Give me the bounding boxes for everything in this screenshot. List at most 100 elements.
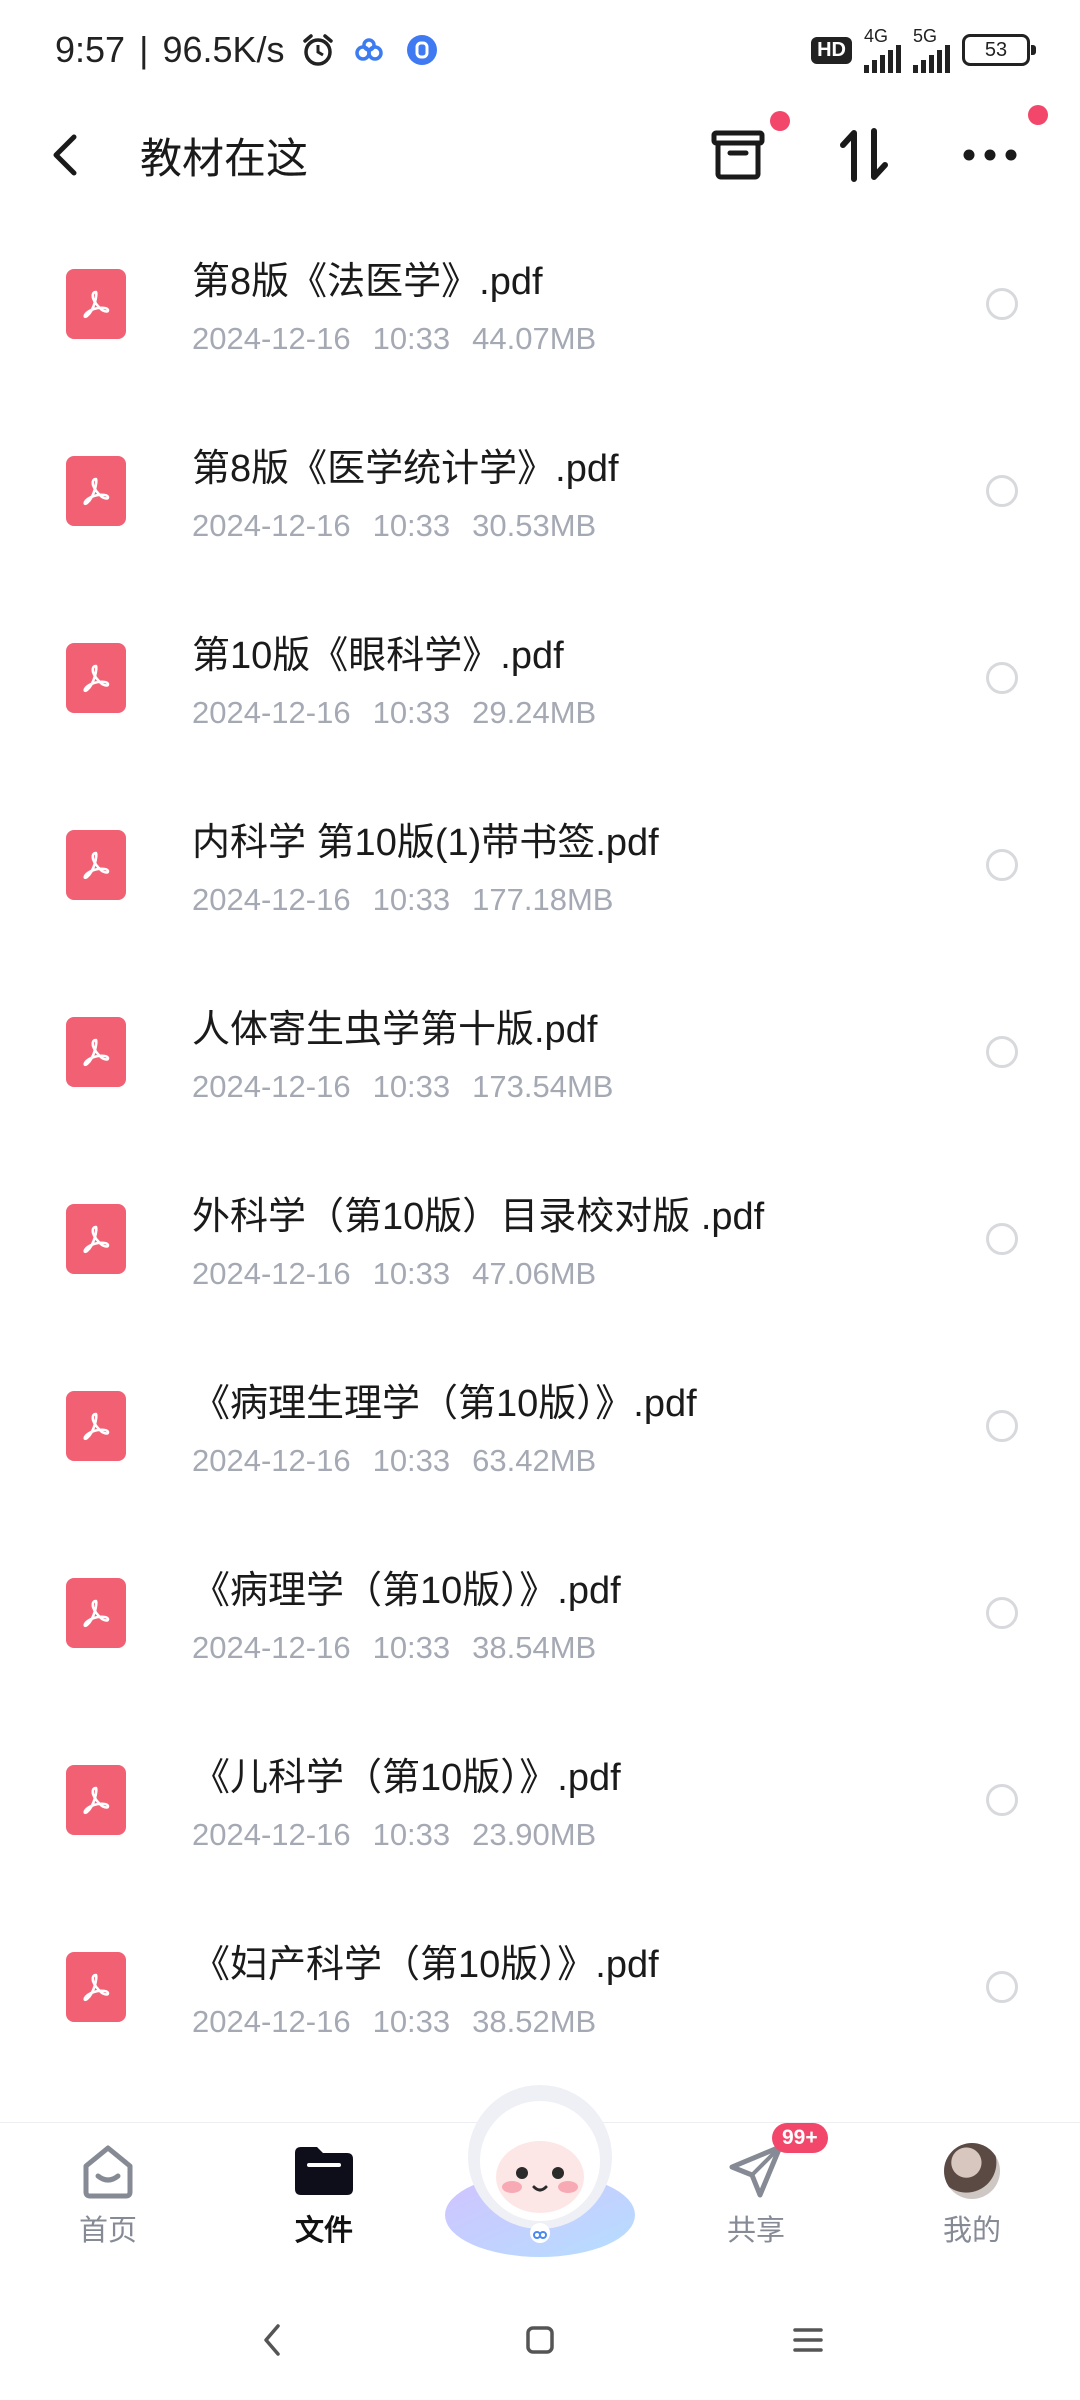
- mascot-icon: [445, 2085, 635, 2257]
- select-radio[interactable]: [986, 1596, 1018, 1629]
- nav-files[interactable]: 文件: [216, 2123, 432, 2249]
- file-size: 47.06MB: [472, 1256, 597, 1291]
- page-title: 教材在这: [140, 134, 309, 182]
- file-name: 第8版《法医学》.pdf: [192, 261, 543, 303]
- file-name: 《妇产科学（第10版）》.pdf: [192, 1944, 659, 1986]
- nav-home[interactable]: 首页: [0, 2123, 216, 2249]
- more-dots-icon: [963, 149, 1017, 161]
- pdf-file-icon: [66, 829, 126, 900]
- nav-files-label: 文件: [294, 2215, 353, 2247]
- file-meta: 2024-12-16 10:33 44.07MB: [192, 321, 1080, 357]
- nav-mine-label: 我的: [942, 2215, 1001, 2247]
- chevron-left-icon: [53, 134, 77, 176]
- file-meta: 2024-12-16 10:33 23.90MB: [192, 1817, 1080, 1853]
- file-row[interactable]: 《病理学（第10版）》.pdf 2024-12-16 10:33 38.54MB: [0, 1519, 1080, 1706]
- file-time: 10:33: [372, 2004, 451, 2039]
- file-size: 23.90MB: [472, 1817, 597, 1852]
- file-meta: 2024-12-16 10:33 38.52MB: [192, 2004, 1080, 2040]
- file-date: 2024-12-16: [192, 1443, 351, 1478]
- system-back-button[interactable]: [248, 2316, 296, 2364]
- file-row[interactable]: 第8版《医学统计学》.pdf 2024-12-16 10:33 30.53MB: [0, 397, 1080, 584]
- signal-bars-icon: [913, 45, 950, 73]
- net-type-4g: 4G: [864, 26, 889, 46]
- home-icon: [76, 2139, 140, 2203]
- file-meta: 2024-12-16 10:33 173.54MB: [192, 1069, 1080, 1105]
- folder-icon: [292, 2139, 356, 2203]
- signal-bars-icon: [864, 45, 901, 73]
- system-home-button[interactable]: [516, 2316, 564, 2364]
- pdf-file-icon: [66, 1390, 126, 1461]
- more-button[interactable]: [960, 105, 1048, 185]
- pdf-file-icon: [66, 268, 126, 339]
- file-row[interactable]: 内科学 第10版(1)带书签.pdf 2024-12-16 10:33 177.18M…: [0, 771, 1080, 958]
- file-name: 《儿科学（第10版）》.pdf: [192, 1757, 621, 1799]
- sort-icon: [840, 128, 888, 182]
- file-time: 10:33: [372, 321, 451, 356]
- nav-share[interactable]: 99+ 共享: [648, 2123, 864, 2249]
- select-radio[interactable]: [986, 1783, 1018, 1816]
- sort-button[interactable]: [834, 125, 894, 185]
- pdf-file-icon: [66, 1951, 126, 2022]
- file-list: 第8版《法医学》.pdf 2024-12-16 10:33 44.07MB 第8版《医学…: [0, 210, 1080, 2190]
- file-time: 10:33: [372, 508, 451, 543]
- status-left: 9:57 | 96.5K/s: [55, 29, 441, 71]
- select-radio[interactable]: [986, 1409, 1018, 1442]
- battery-icon: 53: [962, 34, 1036, 66]
- file-info: 外科学（第10版）目录校对版 .pdf 2024-12-16 10:33 47.06M…: [192, 1185, 1080, 1292]
- file-info: 内科学 第10版(1)带书签.pdf 2024-12-16 10:33 177.18M…: [192, 811, 1080, 918]
- nav-share-label: 共享: [726, 2215, 785, 2247]
- select-radio[interactable]: [986, 1222, 1018, 1255]
- notification-dot: [770, 111, 790, 131]
- file-date: 2024-12-16: [192, 882, 351, 917]
- file-time: 10:33: [372, 882, 451, 917]
- file-row[interactable]: 《病理生理学（第10版）》.pdf 2024-12-16 10:33 63.42MB: [0, 1332, 1080, 1519]
- menu-lines-icon: [793, 2328, 823, 2352]
- select-radio[interactable]: [986, 474, 1018, 507]
- header-actions: [708, 105, 1048, 185]
- file-info: 《病理生理学（第10版）》.pdf 2024-12-16 10:33 63.42MB: [192, 1372, 1080, 1479]
- back-button[interactable]: [40, 130, 90, 180]
- file-name: 《病理生理学（第10版）》.pdf: [192, 1383, 697, 1425]
- select-radio[interactable]: [986, 1035, 1018, 1068]
- file-info: 人体寄生虫学第十版.pdf 2024-12-16 10:33 173.54MB: [192, 998, 1080, 1105]
- file-date: 2024-12-16: [192, 1817, 351, 1852]
- file-info: 《妇产科学（第10版）》.pdf 2024-12-16 10:33 38.52MB: [192, 1933, 1080, 2040]
- select-radio[interactable]: [986, 287, 1018, 320]
- select-radio[interactable]: [986, 1970, 1018, 2003]
- pdf-file-icon: [66, 642, 126, 713]
- file-name: 第10版《眼科学》.pdf: [192, 635, 564, 677]
- pdf-file-icon: [66, 1764, 126, 1835]
- file-size: 177.18MB: [472, 882, 614, 917]
- assistant-mascot-button[interactable]: [440, 2065, 640, 2265]
- file-meta: 2024-12-16 10:33 47.06MB: [192, 1256, 1080, 1292]
- file-row[interactable]: 第8版《法医学》.pdf 2024-12-16 10:33 44.07MB: [0, 210, 1080, 397]
- file-info: 第8版《医学统计学》.pdf 2024-12-16 10:33 30.53MB: [192, 437, 1080, 544]
- archive-button[interactable]: [708, 111, 790, 185]
- file-size: 29.24MB: [472, 695, 597, 730]
- status-separator: |: [139, 29, 149, 70]
- share-badge: 99+: [772, 2123, 828, 2153]
- file-row[interactable]: 《儿科学（第10版）》.pdf 2024-12-16 10:33 23.90MB: [0, 1706, 1080, 1893]
- nav-mine[interactable]: 我的: [864, 2123, 1080, 2249]
- select-radio[interactable]: [986, 848, 1018, 881]
- file-meta: 2024-12-16 10:33 29.24MB: [192, 695, 1080, 731]
- file-name: 外科学（第10版）目录校对版 .pdf: [192, 1196, 765, 1238]
- file-row[interactable]: 人体寄生虫学第十版.pdf 2024-12-16 10:33 173.54MB: [0, 958, 1080, 1145]
- file-date: 2024-12-16: [192, 508, 351, 543]
- file-size: 173.54MB: [472, 1069, 614, 1104]
- file-row[interactable]: 外科学（第10版）目录校对版 .pdf 2024-12-16 10:33 47.06M…: [0, 1145, 1080, 1332]
- file-info: 《病理学（第10版）》.pdf 2024-12-16 10:33 38.54MB: [192, 1559, 1080, 1666]
- file-name: 《病理学（第10版）》.pdf: [192, 1570, 621, 1612]
- file-row[interactable]: 《妇产科学（第10版）》.pdf 2024-12-16 10:33 38.52MB: [0, 1893, 1080, 2080]
- notification-dot: [1028, 105, 1048, 125]
- network-speed: 96.5K/s: [162, 29, 285, 70]
- file-row[interactable]: 第10版《眼科学》.pdf 2024-12-16 10:33 29.24MB: [0, 584, 1080, 771]
- pdf-file-icon: [66, 1203, 126, 1274]
- alarm-icon: [299, 31, 337, 69]
- system-recents-button[interactable]: [784, 2316, 832, 2364]
- select-radio[interactable]: [986, 661, 1018, 694]
- file-size: 44.07MB: [472, 321, 597, 356]
- file-time: 10:33: [372, 1069, 451, 1104]
- signal-4g: 4G: [864, 27, 901, 73]
- pdf-file-icon: [66, 1016, 126, 1087]
